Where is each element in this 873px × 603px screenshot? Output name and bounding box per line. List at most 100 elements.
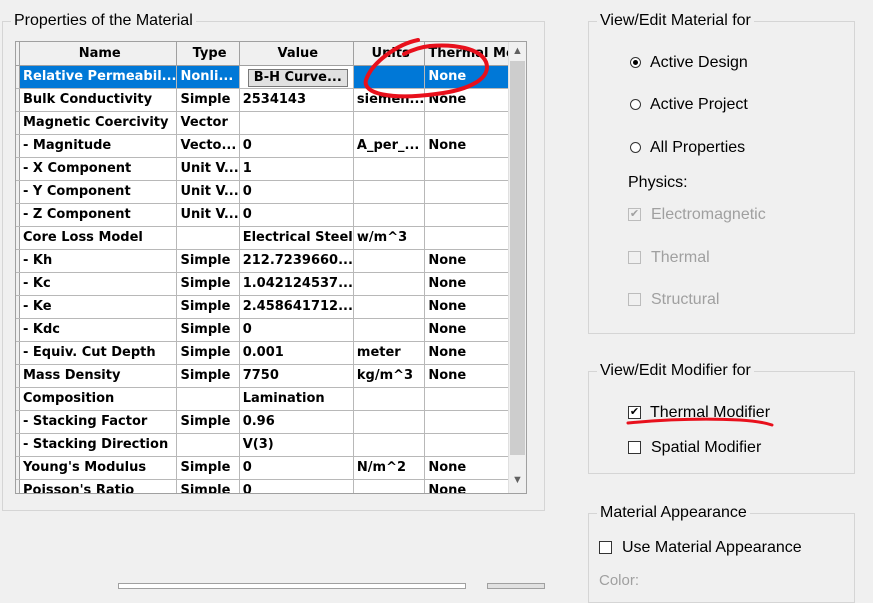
table-row[interactable]: Composition Lamination [16, 387, 526, 411]
active-project-radio[interactable] [630, 99, 641, 110]
type-cell[interactable]: Unit V... [176, 180, 240, 204]
name-cell[interactable]: Young's Modulus [19, 456, 178, 480]
units-cell[interactable]: meter [353, 341, 426, 365]
bottom-field[interactable] [118, 583, 466, 589]
table-row[interactable]: - Kh Simple 212.7239660... None [16, 249, 526, 273]
table-row[interactable]: - Equiv. Cut Depth Simple 0.001 meter None [16, 341, 526, 365]
table-row[interactable]: - Y Component Unit V... 0 [16, 180, 526, 204]
spatial-modifier-label[interactable]: Spatial Modifier [651, 438, 761, 458]
table-row[interactable]: - Z Component Unit V... 0 [16, 203, 526, 227]
units-cell[interactable] [353, 387, 426, 411]
scroll-up-icon[interactable]: ▲ [509, 43, 526, 60]
value-cell[interactable]: 0 [239, 203, 354, 227]
name-cell[interactable]: - Magnitude [19, 134, 178, 158]
table-row[interactable]: Core Loss Model Electrical Steel w/m^3 [16, 226, 526, 250]
value-cell[interactable]: 0 [239, 318, 354, 342]
type-cell[interactable]: Simple [176, 88, 240, 112]
units-cell[interactable] [353, 318, 426, 342]
table-row[interactable]: - Kdc Simple 0 None [16, 318, 526, 342]
bh-curve-button[interactable]: B-H Curve... [247, 68, 348, 87]
units-cell[interactable]: kg/m^3 [353, 364, 426, 388]
value-cell[interactable]: 0 [239, 479, 354, 493]
type-cell[interactable]: Unit V... [176, 157, 240, 181]
value-cell[interactable]: 0.001 [239, 341, 354, 365]
value-cell[interactable]: 7750 [239, 364, 354, 388]
type-cell[interactable]: Simple [176, 410, 240, 434]
table-row[interactable]: Young's Modulus Simple 0 N/m^2 None [16, 456, 526, 480]
units-cell[interactable] [353, 249, 426, 273]
name-cell[interactable]: - Stacking Direction [19, 433, 178, 457]
units-cell[interactable] [353, 111, 426, 135]
column-header-name[interactable]: Name [19, 42, 178, 66]
table-row[interactable]: - Magnitude Vecto... 0 A_per_... None [16, 134, 526, 158]
name-cell[interactable]: Mass Density [19, 364, 178, 388]
type-cell[interactable]: Simple [176, 249, 240, 273]
table-row[interactable]: Bulk Conductivity Simple 2534143 siemen... N… [16, 88, 526, 112]
name-cell[interactable]: - Z Component [19, 203, 178, 227]
type-cell[interactable]: Vector [176, 111, 240, 135]
units-cell[interactable] [353, 157, 426, 181]
type-cell[interactable]: Simple [176, 479, 240, 493]
units-cell[interactable] [353, 65, 426, 89]
value-cell[interactable]: 0.96 [239, 410, 354, 434]
value-cell[interactable]: 1.042124537... [239, 272, 354, 296]
value-cell[interactable]: 2534143 [239, 88, 354, 112]
table-row[interactable]: - Stacking Factor Simple 0.96 [16, 410, 526, 434]
type-cell[interactable]: Simple [176, 295, 240, 319]
table-row[interactable]: - Kc Simple 1.042124537... None [16, 272, 526, 296]
units-cell[interactable]: A_per_... [353, 134, 426, 158]
active-design-label[interactable]: Active Design [650, 53, 748, 73]
active-design-radio[interactable] [630, 57, 641, 68]
name-cell[interactable]: Core Loss Model [19, 226, 178, 250]
units-cell[interactable] [353, 410, 426, 434]
table-row[interactable]: Relative Permeabil... Nonli... B-H Curve..… [16, 65, 526, 89]
table-row[interactable]: - X Component Unit V... 1 [16, 157, 526, 181]
spatial-modifier-checkbox[interactable] [628, 441, 641, 454]
type-cell[interactable] [176, 433, 240, 457]
table-row[interactable]: - Ke Simple 2.458641712... None [16, 295, 526, 319]
name-cell[interactable]: - Kdc [19, 318, 178, 342]
units-cell[interactable] [353, 295, 426, 319]
type-cell[interactable]: Unit V... [176, 203, 240, 227]
type-cell[interactable]: Simple [176, 364, 240, 388]
value-cell[interactable]: 0 [239, 134, 354, 158]
name-cell[interactable]: - Y Component [19, 180, 178, 204]
active-project-label[interactable]: Active Project [650, 95, 748, 115]
table-row[interactable]: Poisson's Ratio Simple 0 None [16, 479, 526, 493]
value-cell[interactable]: 0 [239, 456, 354, 480]
column-header-type[interactable]: Type [176, 42, 240, 66]
name-cell[interactable]: - Ke [19, 295, 178, 319]
value-cell[interactable]: 1 [239, 157, 354, 181]
name-cell[interactable]: Composition [19, 387, 178, 411]
scroll-thumb[interactable] [510, 61, 525, 455]
column-header-units[interactable]: Units [353, 42, 426, 66]
thermal-modifier-label[interactable]: Thermal Modifier [650, 403, 770, 423]
type-cell[interactable]: Vecto... [176, 134, 240, 158]
table-row[interactable]: - Stacking Direction V(3) [16, 433, 526, 457]
vertical-scrollbar[interactable]: ▲ ▼ [508, 42, 526, 493]
units-cell[interactable] [353, 479, 426, 493]
value-cell[interactable]: B-H Curve... [239, 65, 354, 89]
type-cell[interactable]: Nonli... [176, 65, 240, 89]
units-cell[interactable]: siemen... [353, 88, 426, 112]
value-cell[interactable]: 0 [239, 180, 354, 204]
value-cell[interactable]: Lamination [239, 387, 354, 411]
type-cell[interactable] [176, 387, 240, 411]
value-cell[interactable]: 212.7239660... [239, 249, 354, 273]
units-cell[interactable] [353, 433, 426, 457]
use-material-appearance-label[interactable]: Use Material Appearance [622, 538, 802, 558]
all-properties-label[interactable]: All Properties [650, 138, 745, 158]
name-cell[interactable]: Magnetic Coercivity [19, 111, 178, 135]
table-row[interactable]: Mass Density Simple 7750 kg/m^3 None [16, 364, 526, 388]
value-cell[interactable]: V(3) [239, 433, 354, 457]
type-cell[interactable]: Simple [176, 318, 240, 342]
units-cell[interactable]: N/m^2 [353, 456, 426, 480]
name-cell[interactable]: - Stacking Factor [19, 410, 178, 434]
name-cell[interactable]: Relative Permeabil... [19, 65, 178, 89]
name-cell[interactable]: Bulk Conductivity [19, 88, 178, 112]
value-cell[interactable]: Electrical Steel [239, 226, 354, 250]
name-cell[interactable]: - Equiv. Cut Depth [19, 341, 178, 365]
value-cell[interactable] [239, 111, 354, 135]
units-cell[interactable] [353, 180, 426, 204]
all-properties-radio[interactable] [630, 142, 641, 153]
